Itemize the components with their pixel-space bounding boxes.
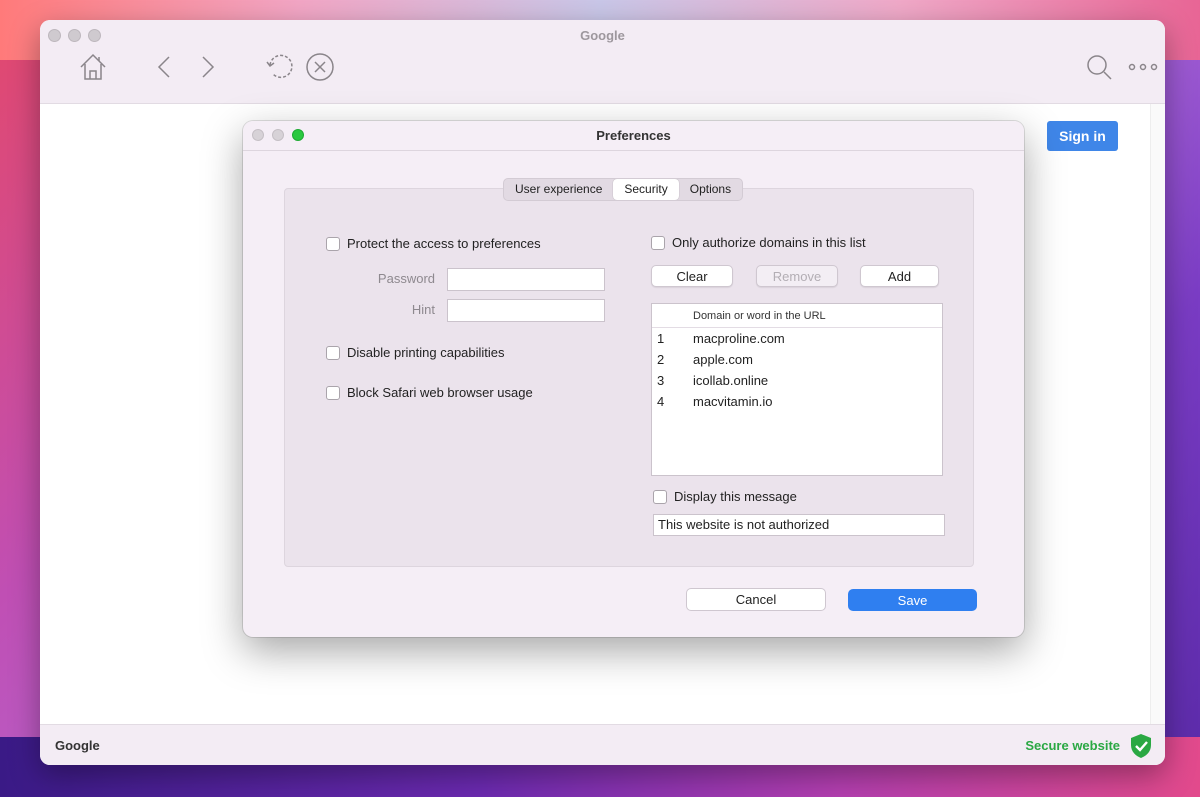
sign-in-button[interactable]: Sign in bbox=[1047, 121, 1118, 151]
secure-status-text: Secure website bbox=[1025, 738, 1120, 753]
protect-preferences-option[interactable]: Protect the access to preferences bbox=[326, 236, 541, 251]
password-label: Password bbox=[377, 271, 435, 286]
reload-button[interactable] bbox=[265, 52, 295, 82]
dialog-titlebar: Preferences bbox=[243, 121, 1024, 151]
hint-label: Hint bbox=[411, 302, 435, 317]
block-safari-checkbox[interactable] bbox=[326, 385, 340, 400]
table-row[interactable]: 2 apple.com bbox=[652, 349, 942, 370]
cancel-button[interactable]: Cancel bbox=[686, 588, 826, 611]
search-button[interactable] bbox=[1084, 52, 1114, 82]
row-number: 1 bbox=[657, 331, 665, 346]
domain-table: Domain or word in the URL 1 macproline.co… bbox=[651, 303, 943, 476]
status-bar: Google Secure website bbox=[40, 724, 1165, 765]
forward-button[interactable] bbox=[192, 52, 222, 82]
back-button[interactable] bbox=[150, 52, 180, 82]
more-icon bbox=[1128, 63, 1158, 71]
row-number: 3 bbox=[657, 373, 665, 388]
dialog-title: Preferences bbox=[596, 128, 671, 143]
tab-security[interactable]: Security bbox=[613, 179, 679, 200]
only-authorize-option[interactable]: Only authorize domains in this list bbox=[651, 235, 866, 250]
status-site-name: Google bbox=[55, 738, 100, 753]
stop-icon bbox=[306, 53, 334, 81]
display-message-label: Display this message bbox=[674, 489, 797, 504]
protect-preferences-label: Protect the access to preferences bbox=[347, 236, 541, 251]
row-number: 4 bbox=[657, 394, 665, 409]
domain-value: icollab.online bbox=[693, 373, 769, 388]
table-row[interactable]: 4 macvitamin.io bbox=[652, 391, 942, 412]
only-authorize-label: Only authorize domains in this list bbox=[672, 235, 866, 250]
table-row[interactable]: 3 icollab.online bbox=[652, 370, 942, 391]
protect-preferences-checkbox[interactable] bbox=[326, 236, 340, 251]
shield-check-icon bbox=[1131, 734, 1151, 758]
window-title: Google bbox=[580, 28, 625, 43]
more-button[interactable] bbox=[1126, 52, 1160, 82]
domain-table-header[interactable]: Domain or word in the URL bbox=[652, 304, 942, 328]
preferences-dialog: Preferences User experience Security Opt… bbox=[243, 121, 1024, 637]
reload-icon bbox=[266, 54, 293, 79]
block-safari-label: Block Safari web browser usage bbox=[347, 385, 533, 400]
disable-printing-checkbox[interactable] bbox=[326, 345, 340, 360]
message-field[interactable]: This website is not authorized bbox=[653, 514, 945, 536]
only-authorize-checkbox[interactable] bbox=[651, 235, 665, 250]
block-safari-option[interactable]: Block Safari web browser usage bbox=[326, 385, 533, 400]
stop-button[interactable] bbox=[305, 52, 335, 82]
remove-button[interactable]: Remove bbox=[756, 265, 838, 287]
hint-field[interactable] bbox=[447, 299, 605, 322]
display-message-checkbox[interactable] bbox=[653, 489, 667, 504]
home-icon bbox=[80, 53, 106, 80]
chevron-left-icon bbox=[157, 56, 170, 78]
domain-value: macvitamin.io bbox=[693, 394, 773, 409]
display-message-option[interactable]: Display this message bbox=[653, 489, 797, 504]
tab-options[interactable]: Options bbox=[679, 179, 742, 200]
home-button[interactable] bbox=[78, 52, 108, 82]
search-icon bbox=[1087, 55, 1112, 80]
add-button[interactable]: Add bbox=[860, 265, 939, 287]
disable-printing-option[interactable]: Disable printing capabilities bbox=[326, 345, 505, 360]
tab-bar: User experience Security Options bbox=[503, 178, 744, 201]
chevron-right-icon bbox=[202, 56, 215, 78]
row-number: 2 bbox=[657, 352, 665, 367]
browser-toolbar: Google bbox=[40, 20, 1165, 104]
table-row[interactable]: 1 macproline.com bbox=[652, 328, 942, 349]
tab-user-experience[interactable]: User experience bbox=[504, 179, 613, 200]
domain-value: macproline.com bbox=[693, 331, 785, 346]
password-field[interactable] bbox=[447, 268, 605, 291]
domain-value: apple.com bbox=[693, 352, 753, 367]
disable-printing-label: Disable printing capabilities bbox=[347, 345, 505, 360]
scrollbar[interactable] bbox=[1150, 104, 1165, 724]
save-button[interactable]: Save bbox=[848, 589, 977, 611]
clear-button[interactable]: Clear bbox=[651, 265, 733, 287]
domain-table-body: 1 macproline.com 2 apple.com 3 icollab.online… bbox=[652, 328, 942, 412]
